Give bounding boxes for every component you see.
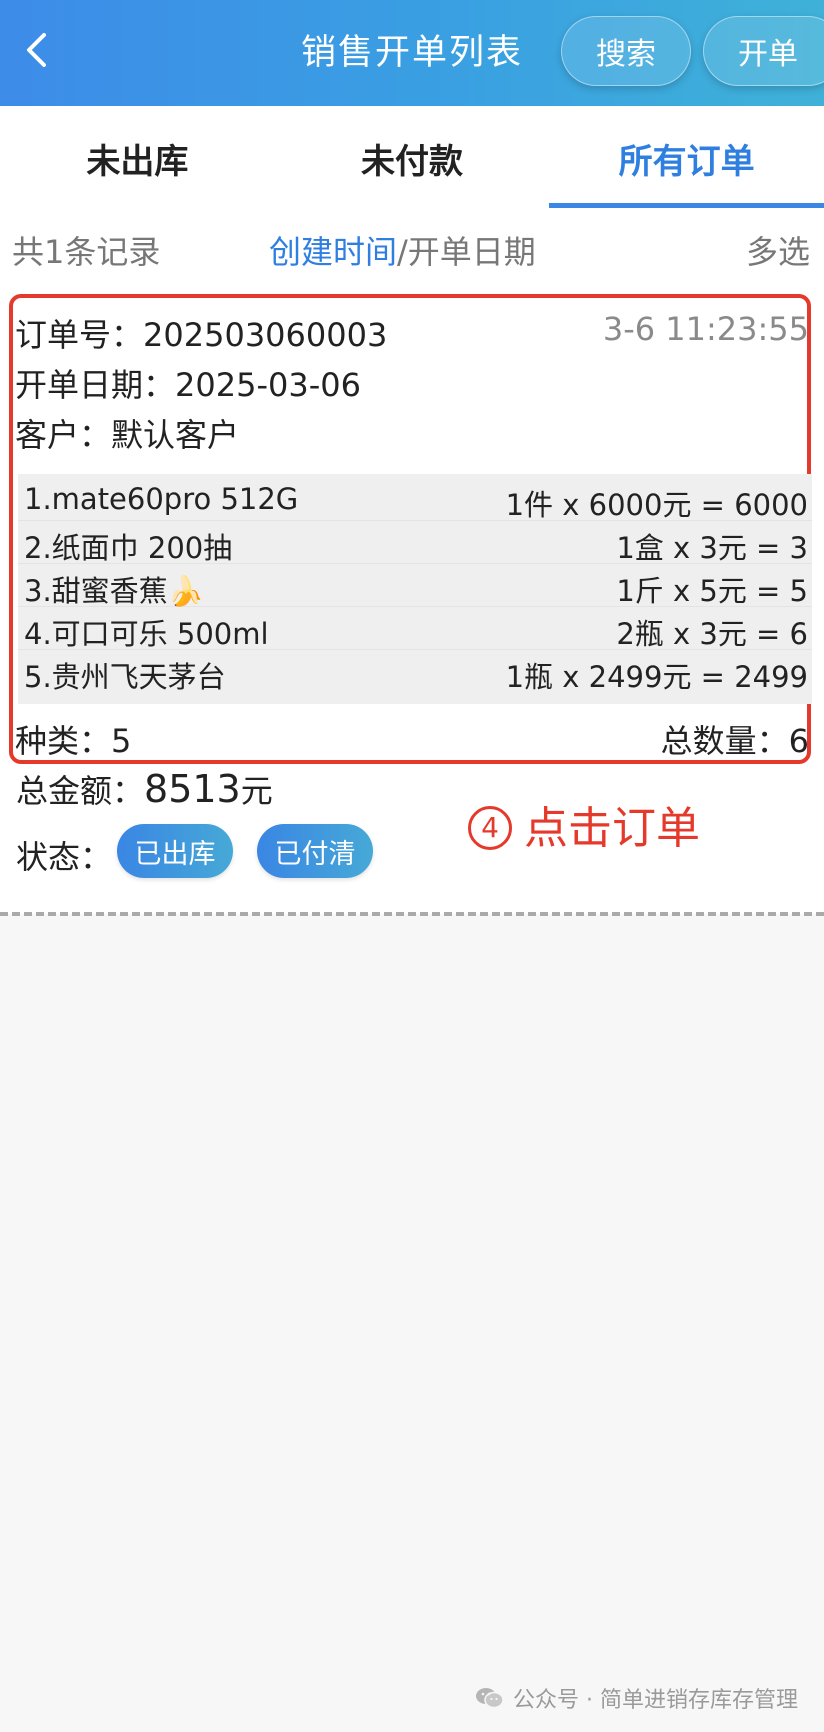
list-item: 4.可口可乐 500ml 2瓶 x 3元 = 6	[18, 607, 812, 651]
kinds-value: 5	[111, 722, 132, 760]
step-text: 点击订单	[524, 803, 700, 854]
list-item: 1.mate60pro 512G 1件 x 6000元 = 6000	[18, 478, 812, 522]
list-toolbar: 共1条记录 创建时间/开单日期 多选	[0, 208, 824, 288]
tab-not-shipped[interactable]: 未出库	[0, 106, 275, 208]
item-name: 5.贵州飞天茅台	[24, 660, 226, 694]
order-number-row: 订单号：202503060003	[15, 310, 387, 356]
sort-order-date[interactable]: 开单日期	[408, 233, 536, 271]
item-quantity-price: 1斤 x 5元 = 5	[616, 574, 808, 608]
total-quantity-row: 总数量：6	[661, 716, 809, 762]
status-badge-shipped: 已出库	[117, 824, 233, 878]
item-quantity-price: 1瓶 x 2499元 = 2499	[505, 660, 808, 694]
item-name: 2.纸面巾 200抽	[24, 531, 233, 565]
list-item: 5.贵州飞天茅台 1瓶 x 2499元 = 2499	[18, 650, 812, 694]
item-name: 1.mate60pro 512G	[24, 482, 299, 516]
status-badge-paid: 已付清	[257, 824, 373, 878]
sort-created-time[interactable]: 创建时间	[269, 233, 397, 271]
customer-name: 默认客户	[111, 416, 240, 454]
customer-row: 客户：默认客户	[15, 410, 239, 456]
watermark-text: 公众号 · 简单进销存库存管理	[513, 1688, 798, 1713]
order-number: 202503060003	[143, 316, 388, 354]
total-quantity-value: 6	[788, 722, 809, 760]
total-amount-value: 8513	[144, 767, 241, 811]
header-bar: 销售开单列表 搜索 开单	[0, 0, 824, 106]
sort-separator: /	[397, 233, 408, 271]
item-quantity-price: 1件 x 6000元 = 6000	[505, 488, 808, 522]
list-item: 3.甜蜜香蕉🍌 1斤 x 5元 = 5	[18, 564, 812, 608]
step-number: 4	[468, 806, 512, 850]
item-name: 3.甜蜜香蕉🍌	[24, 574, 204, 608]
order-time: 3-6 11:23:55	[602, 310, 809, 348]
status-label: 状态：	[16, 838, 113, 876]
tab-bar: 未出库 未付款 所有订单	[0, 106, 824, 208]
item-name: 4.可口可乐 500ml	[24, 617, 269, 651]
kinds-row: 种类：5	[15, 716, 131, 762]
list-end-divider	[0, 912, 824, 916]
item-quantity-price: 1盒 x 3元 = 3	[616, 531, 808, 565]
watermark: 公众号 · 简单进销存库存管理	[475, 1682, 798, 1714]
total-quantity-label: 总数量：	[660, 722, 789, 760]
customer-label: 客户：	[15, 416, 112, 454]
page-title: 销售开单列表	[300, 33, 523, 73]
order-items-list: 1.mate60pro 512G 1件 x 6000元 = 6000 2.纸面巾…	[18, 474, 812, 704]
new-order-button[interactable]: 开单	[703, 16, 824, 86]
order-date-label: 开单日期：	[15, 366, 176, 404]
search-button[interactable]: 搜索	[561, 16, 691, 86]
item-quantity-price: 2瓶 x 3元 = 6	[616, 617, 808, 651]
sort-selector: 创建时间/开单日期	[269, 227, 536, 273]
order-number-label: 订单号：	[15, 316, 144, 354]
order-date: 2025-03-06	[175, 366, 361, 404]
record-count: 共1条记录	[12, 233, 161, 271]
kinds-label: 种类：	[15, 722, 112, 760]
multi-select-button[interactable]: 多选	[746, 227, 810, 273]
tab-all-orders[interactable]: 所有订单	[549, 106, 824, 208]
total-amount-row: 总金额：8513元	[16, 766, 273, 812]
total-amount-unit: 元	[240, 772, 273, 810]
step-annotation: 4 点击订单	[468, 792, 700, 856]
sales-order-list-page: 销售开单列表 搜索 开单 未出库 未付款 所有订单 共1条记录 创建时间/开单日…	[0, 0, 824, 1732]
wechat-icon	[476, 1688, 504, 1709]
order-card[interactable]: 订单号：202503060003 3-6 11:23:55 开单日期：2025-…	[9, 294, 812, 764]
list-item: 2.纸面巾 200抽 1盒 x 3元 = 3	[18, 521, 812, 565]
tab-unpaid[interactable]: 未付款	[275, 106, 550, 208]
total-amount-label: 总金额：	[16, 772, 145, 810]
order-date-row: 开单日期：2025-03-06	[15, 360, 361, 406]
